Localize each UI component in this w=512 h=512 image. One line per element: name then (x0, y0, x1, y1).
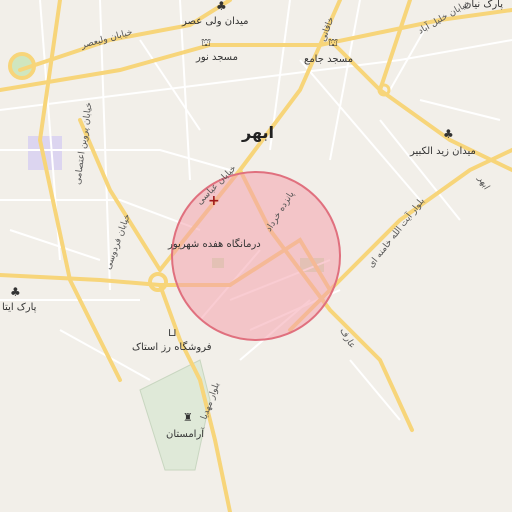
mosque-icon: ⛫ (201, 36, 211, 49)
poi-label: درمانگاه هفده شهریور (167, 238, 261, 250)
hospital-cross-icon: + (208, 193, 220, 209)
poi-label: آرامستان (166, 427, 205, 440)
tree-icon: ♣ (216, 0, 227, 13)
city-label: ابهر (241, 123, 274, 142)
tree-icon: ♣ (443, 127, 454, 141)
poi-label: میدان ولی عصر (181, 16, 248, 27)
tree-icon: ♣ (10, 285, 21, 299)
shopping-cart-icon: ⊔ (168, 326, 177, 339)
poi-label: فروشگاه رز استاک (132, 341, 212, 353)
poi-park-hanir[interactable]: پارک نیان (464, 0, 503, 10)
cemetery-icon: ♜ (183, 411, 193, 424)
map-view[interactable]: خیابان ولیعصر خیابان پروین اعتصامی خیابا… (0, 0, 512, 512)
poi-label: مسجد جامع (304, 54, 353, 65)
poi-label: پارک نیان (464, 0, 503, 10)
map-canvas[interactable]: خیابان ولیعصر خیابان پروین اعتصامی خیابا… (0, 0, 512, 512)
poi-label: میدان زید الکبیر (409, 146, 476, 157)
poi-label: پارک ایتا (2, 302, 37, 313)
poi-label: مسجد نور (195, 52, 238, 63)
mosque-icon: ⛫ (328, 36, 338, 49)
